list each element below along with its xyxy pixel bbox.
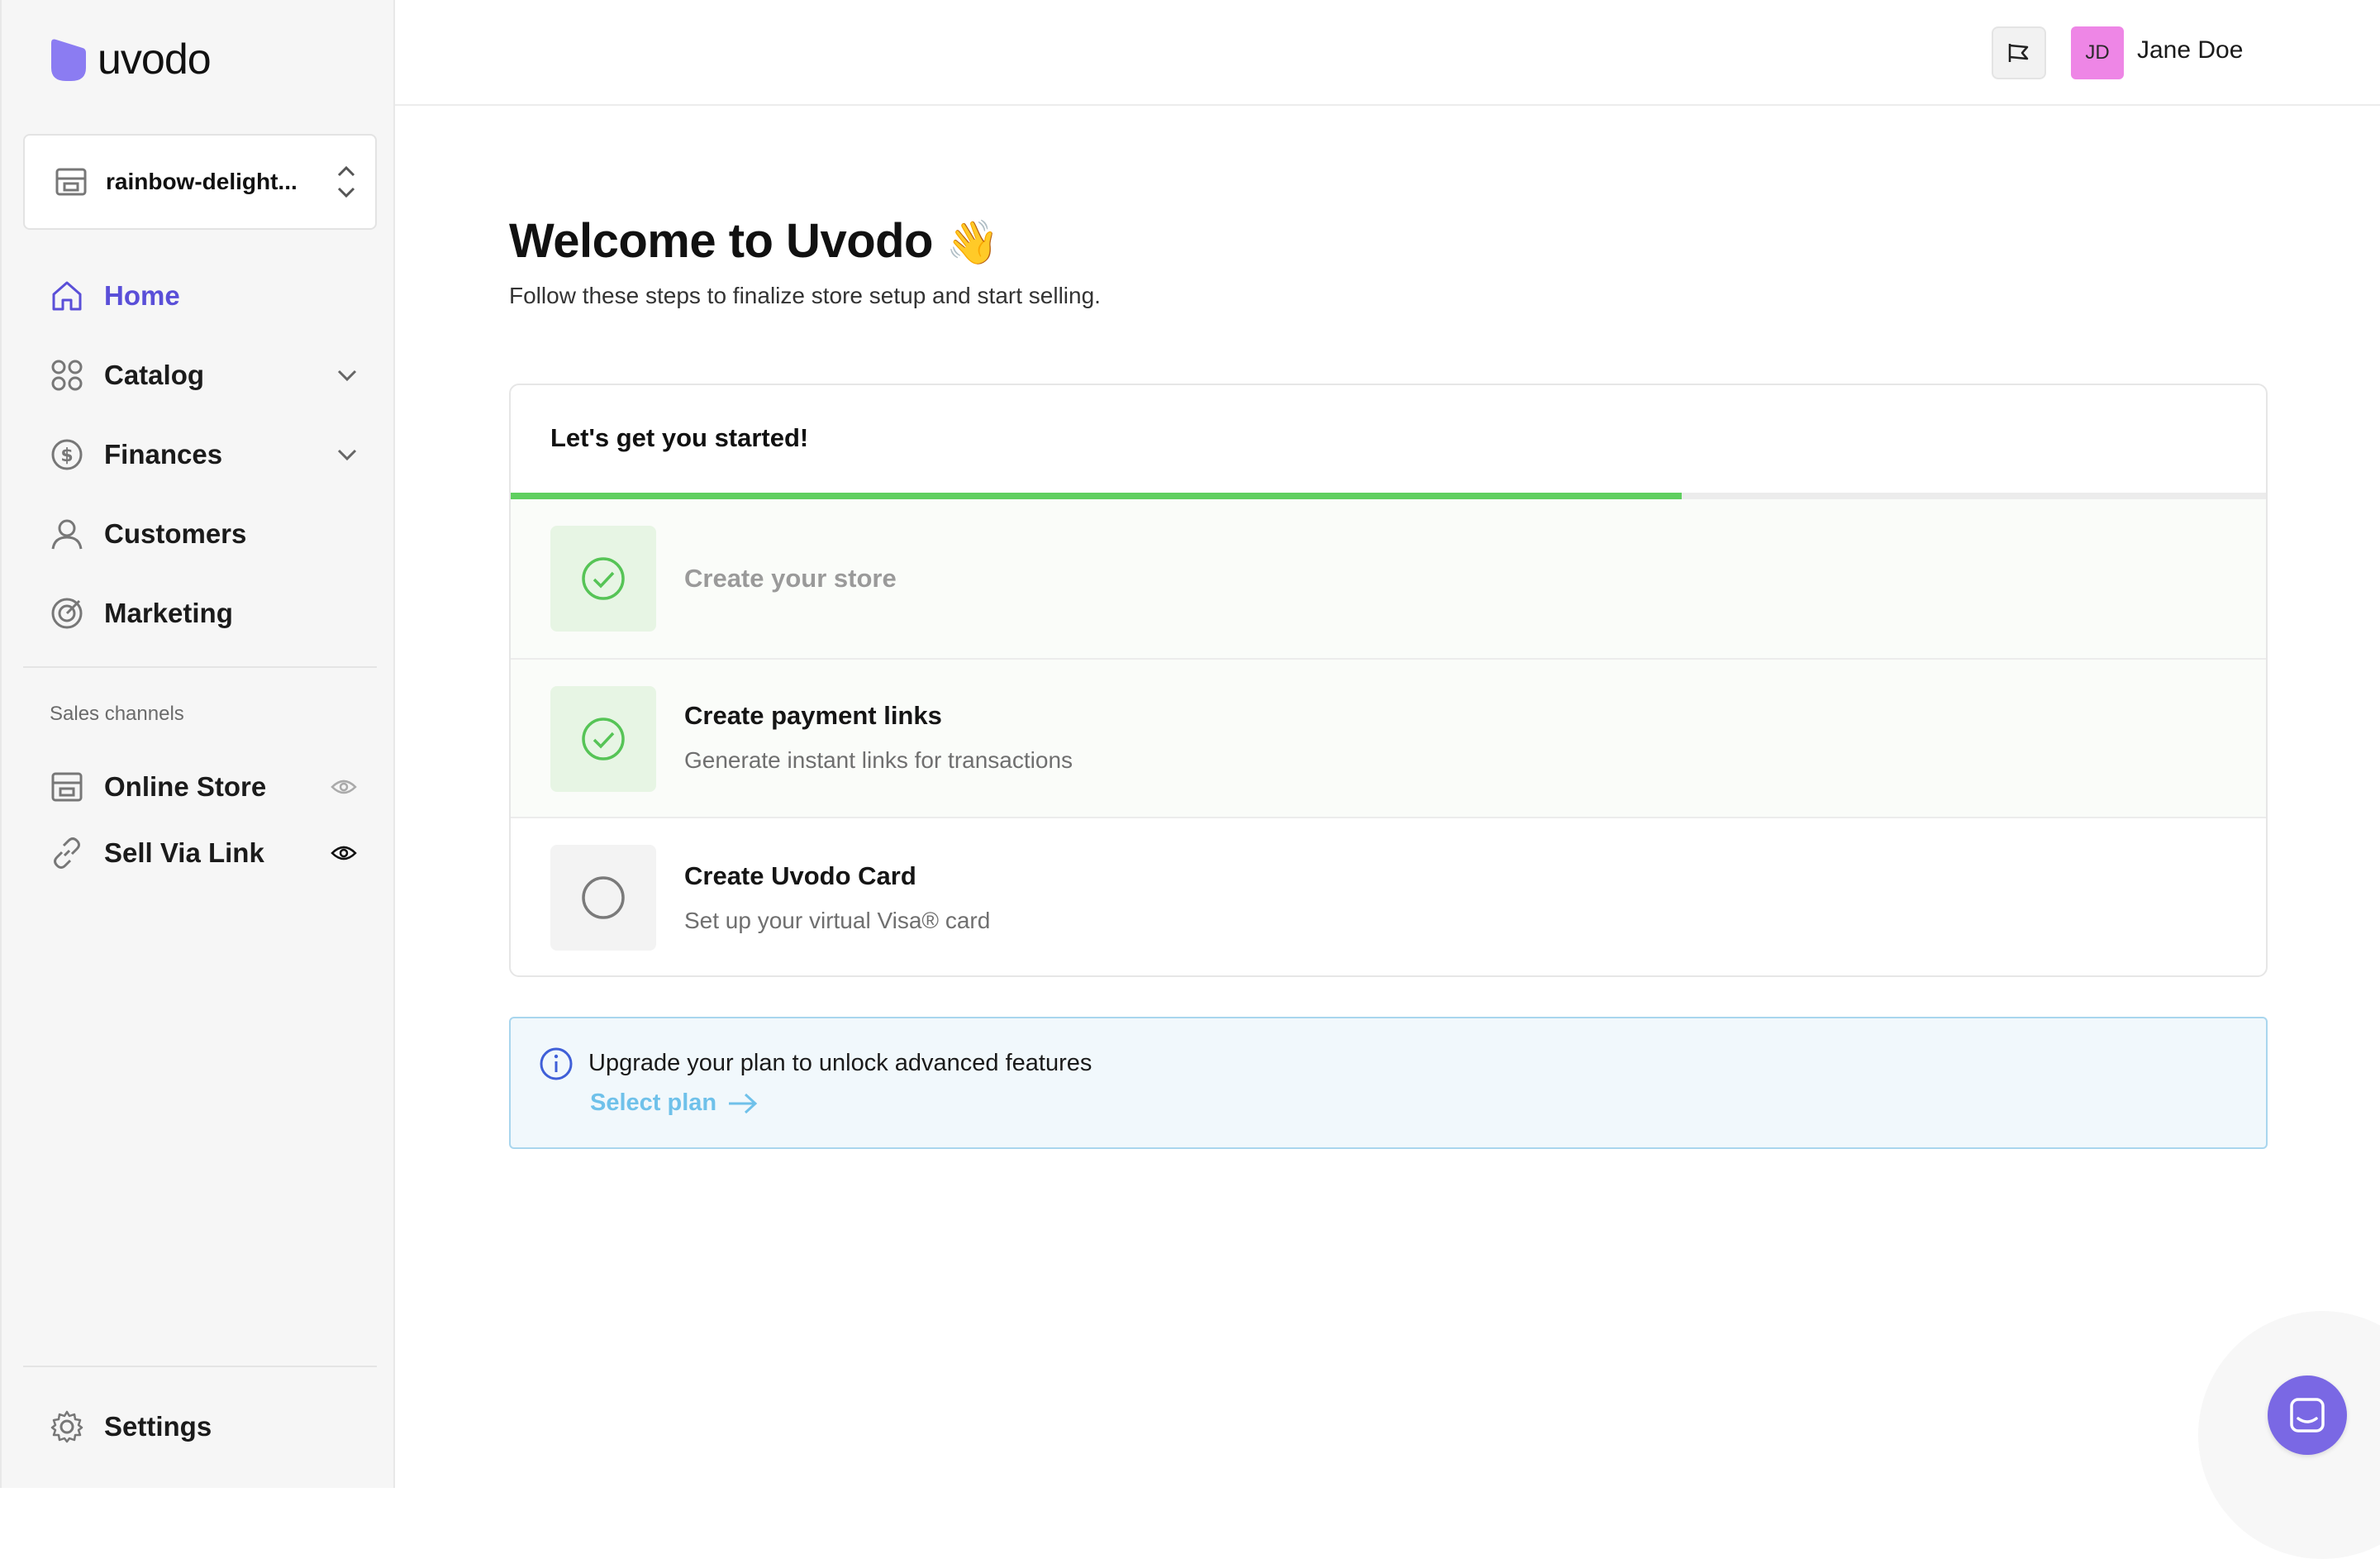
step-title: Create your store	[684, 564, 897, 593]
link-icon	[54, 837, 80, 869]
chevron-down-icon	[337, 369, 357, 382]
sidebar-item-online-store[interactable]: Online Store	[50, 762, 372, 812]
step-title: Create payment links	[684, 701, 942, 730]
grid-icon	[51, 360, 83, 391]
dollar-icon: $	[51, 439, 83, 470]
target-icon	[51, 598, 83, 629]
sidebar-item-label: Finances	[104, 439, 223, 470]
sidebar-item-label: Customers	[104, 518, 247, 549]
svg-text:$: $	[60, 446, 73, 466]
sidebar-divider	[23, 1366, 377, 1367]
sidebar-item-label: Sell Via Link	[104, 837, 264, 868]
arrow-right-icon	[729, 1093, 758, 1113]
step-status	[550, 526, 656, 632]
upgrade-text: Upgrade your plan to unlock advanced fea…	[588, 1050, 1092, 1076]
sidebar-item-settings[interactable]: Settings	[50, 1402, 372, 1452]
page-title: Welcome to Uvodo 👋	[509, 213, 999, 269]
sidebar-divider	[23, 666, 377, 668]
sidebar-item-label: Catalog	[104, 360, 205, 390]
page-title-text: Welcome to Uvodo	[509, 214, 933, 268]
chevron-updown-icon	[337, 165, 355, 198]
step-create-uvodo-card[interactable]: Create Uvodo Card Set up your virtual Vi…	[511, 817, 2266, 975]
sidebar-item-finances[interactable]: $ Finances	[50, 430, 372, 479]
sidebar-item-marketing[interactable]: Marketing	[50, 589, 372, 638]
select-plan-link[interactable]: Select plan	[590, 1089, 759, 1117]
announcements-button[interactable]	[1992, 26, 2046, 79]
check-circle-icon	[582, 718, 625, 760]
sidebar-item-customers[interactable]: Customers	[50, 509, 372, 559]
sidebar: uvodo rainbow-delight... Home Catalog $ …	[0, 0, 395, 1488]
step-title: Create Uvodo Card	[684, 861, 916, 890]
uvodo-logo-icon	[51, 39, 86, 81]
brand-name: uvodo	[98, 36, 212, 83]
step-status	[550, 686, 656, 792]
chat-icon	[2290, 1398, 2325, 1433]
store-icon	[55, 168, 87, 196]
sales-channels-label: Sales channels	[50, 703, 184, 725]
avatar[interactable]: JD	[2071, 26, 2124, 79]
onboarding-card: Let's get you started! Create your store…	[509, 384, 2268, 977]
logo[interactable]: uvodo	[50, 35, 212, 84]
step-create-payment-links[interactable]: Create payment links Generate instant li…	[511, 658, 2266, 817]
upgrade-banner: Upgrade your plan to unlock advanced fea…	[509, 1017, 2268, 1149]
page-subtitle: Follow these steps to finalize store set…	[509, 283, 1101, 308]
sidebar-item-label: Online Store	[104, 771, 267, 802]
step-status	[550, 845, 656, 951]
step-create-store[interactable]: Create your store	[511, 499, 2266, 658]
sidebar-item-label: Settings	[104, 1411, 212, 1442]
gear-icon	[50, 1410, 83, 1443]
sidebar-item-label: Home	[104, 280, 180, 311]
user-name[interactable]: Jane Doe	[2137, 36, 2243, 64]
onboarding-title: Let's get you started!	[550, 423, 809, 452]
wave-emoji: 👋	[945, 219, 1000, 267]
home-icon	[52, 281, 82, 311]
info-icon	[540, 1047, 573, 1080]
sidebar-item-label: Marketing	[104, 598, 233, 628]
sidebar-item-home[interactable]: Home	[50, 271, 372, 321]
megaphone-icon	[2008, 44, 2029, 62]
store-switcher[interactable]: rainbow-delight...	[23, 134, 377, 230]
empty-circle-icon	[582, 876, 625, 919]
sidebar-item-catalog[interactable]: Catalog	[50, 350, 372, 400]
store-icon	[51, 772, 83, 802]
eye-icon[interactable]	[331, 777, 357, 797]
sidebar-item-sell-via-link[interactable]: Sell Via Link	[50, 828, 372, 878]
chat-launcher-button[interactable]	[2268, 1375, 2347, 1455]
progress-fill	[511, 493, 1682, 499]
onboarding-progress	[511, 493, 2266, 499]
store-name: rainbow-delight...	[106, 169, 298, 194]
chevron-down-icon	[337, 449, 357, 461]
check-circle-icon	[582, 557, 625, 600]
step-description: Set up your virtual Visa® card	[684, 908, 991, 933]
eye-icon[interactable]	[331, 843, 357, 863]
user-icon	[51, 519, 83, 550]
select-plan-label: Select plan	[590, 1089, 717, 1116]
step-description: Generate instant links for transactions	[684, 747, 1073, 773]
